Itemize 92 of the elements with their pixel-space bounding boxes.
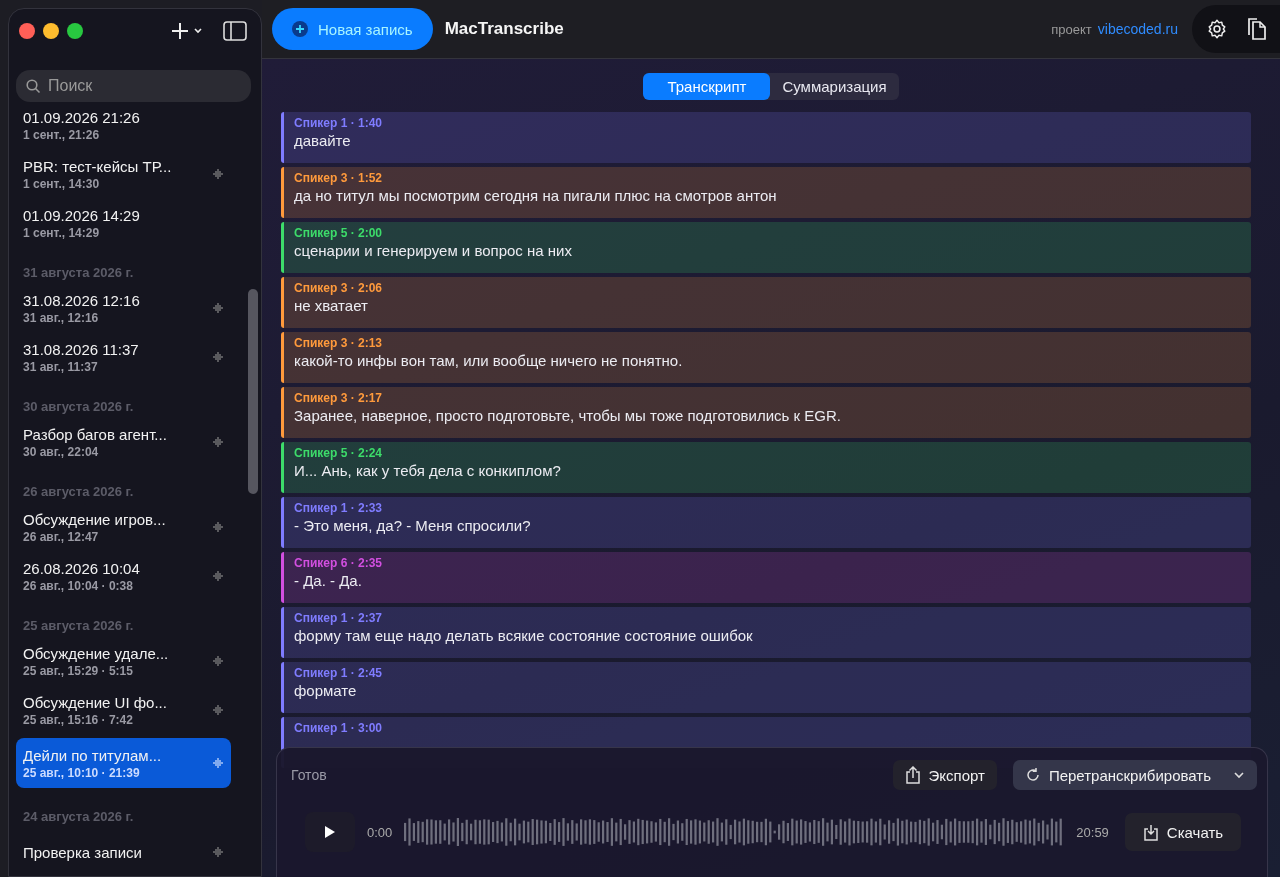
recording-title: 31.08.2026 11:37 xyxy=(23,340,140,358)
recording-item[interactable]: 01.09.2026 14:29 1 сент., 14:29 xyxy=(16,202,231,244)
play-icon xyxy=(324,825,336,839)
recording-item[interactable]: 01.09.2026 21:26 1 сент., 21:26 xyxy=(16,104,231,146)
tab[interactable]: Суммаризация xyxy=(770,73,899,100)
recording-title: Разбор багов агент... xyxy=(23,425,168,443)
recording-title: 01.09.2026 21:26 xyxy=(23,108,141,126)
segment-text: - Это меня, да? - Меня спросили? xyxy=(294,517,532,534)
segment-text: Заранее, наверное, просто подготовьте, чтобы мы тоже подготовились к EGR. xyxy=(294,407,842,424)
speaker-timestamp: Спикер 3 · 1:52 xyxy=(294,171,383,185)
download-icon xyxy=(1142,823,1159,841)
recording-meta: 1 сент., 14:29 xyxy=(23,225,101,240)
current-time: 0:00 xyxy=(367,824,393,840)
app-title: MacTranscribe xyxy=(444,19,564,39)
recording-title: 26.08.2026 10:04 xyxy=(23,559,141,577)
speaker-timestamp: Спикер 5 · 2:00 xyxy=(294,226,383,240)
recording-item[interactable]: Дейли по титулам... 25 авг., 10:10 · 21:39 xyxy=(16,738,231,788)
speaker-timestamp: Спикер 1 · 3:00 xyxy=(294,721,383,735)
segment-text: форму там еще надо делать всякие состояние состояние ошибок xyxy=(294,627,754,644)
retranscribe-button[interactable]: Перетранскрибировать xyxy=(1012,760,1257,790)
speaker-timestamp: Спикер 1 · 2:33 xyxy=(294,501,383,515)
recording-title: Обсуждение игров... xyxy=(23,510,167,528)
speaker-timestamp: Спикер 3 · 2:17 xyxy=(294,391,383,405)
date-heading: 31 августа 2026 г. xyxy=(22,264,135,282)
recording-item[interactable]: PBR: тест-кейсы ТР... 1 сент., 14:30 xyxy=(16,153,231,195)
speaker-timestamp: Спикер 6 · 2:35 xyxy=(294,556,383,570)
copy-document-icon[interactable] xyxy=(1246,17,1268,41)
recording-title: PBR: тест-кейсы ТР... xyxy=(23,157,173,175)
segment-text: не хватает xyxy=(294,297,369,314)
recording-item[interactable]: Обсуждение игров... 26 авг., 12:47 xyxy=(16,506,231,548)
recording-item[interactable]: Обсуждение UI фо... 25 авг., 15:16 · 7:42 xyxy=(16,689,231,731)
speaker-timestamp: Спикер 5 · 2:24 xyxy=(294,446,383,460)
recording-title: Дейли по титулам... xyxy=(23,746,163,764)
recording-title: 01.09.2026 14:29 xyxy=(23,206,141,224)
zoom-button[interactable] xyxy=(67,23,83,39)
settings-icon[interactable] xyxy=(1206,18,1228,40)
speaker-timestamp: Спикер 1 · 2:45 xyxy=(294,666,383,680)
segment-text: какой-то инфы вон там, или вообще ничего не понятно. xyxy=(294,352,684,369)
segment-text: давайте xyxy=(294,132,352,149)
chevron-down-icon xyxy=(1233,771,1245,779)
segment-text: формате xyxy=(294,682,358,699)
recording-item[interactable]: Проверка записи xyxy=(16,831,231,873)
recording-item[interactable]: Обсуждение удале... 25 авг., 15:29 · 5:15 xyxy=(16,640,231,682)
recording-meta: 30 авг., 22:04 xyxy=(23,444,100,459)
recording-meta: 25 авг., 15:16 · 7:42 xyxy=(23,712,134,727)
recording-meta: 31 авг., 12:16 xyxy=(23,310,100,325)
tab[interactable]: Транскрипт xyxy=(643,73,771,100)
speaker-timestamp: Спикер 3 · 2:06 xyxy=(294,281,383,295)
recording-title: Обсуждение удале... xyxy=(23,644,170,662)
share-icon xyxy=(904,766,921,784)
recording-item[interactable]: Разбор багов агент... 30 авг., 22:04 xyxy=(16,421,231,463)
project-link[interactable]: vibecoded.ru xyxy=(1097,21,1178,37)
recording-title: Обсуждение UI фо... xyxy=(23,693,168,711)
add-menu-icon[interactable] xyxy=(171,22,205,40)
plus-circle-icon xyxy=(292,21,308,37)
segment-text: - Да. - Да. xyxy=(294,572,363,589)
date-heading: 26 августа 2026 г. xyxy=(22,483,135,501)
recording-meta: 26 авг., 10:04 · 0:38 xyxy=(23,578,134,593)
recording-meta: 26 авг., 12:47 xyxy=(23,529,100,544)
status-text: Готов xyxy=(291,767,327,783)
date-heading: 25 августа 2026 г. xyxy=(22,617,135,635)
recording-item[interactable]: 26.08.2026 10:04 26 авг., 10:04 · 0:38 xyxy=(16,555,231,597)
segment-text: сценарии и генерируем и вопрос на них xyxy=(294,242,573,259)
export-button[interactable]: Экспорт xyxy=(892,760,997,790)
refresh-icon xyxy=(1024,767,1041,783)
project-label: проект xyxy=(1051,21,1092,37)
scrollbar-thumb[interactable] xyxy=(248,289,258,494)
recording-meta: 1 сент., 14:30 xyxy=(23,176,101,191)
recording-meta: 1 сент., 21:26 xyxy=(23,127,101,142)
recording-item[interactable]: 31.08.2026 11:37 31 авг., 11:37 xyxy=(16,336,231,378)
date-heading: 30 августа 2026 г. xyxy=(22,398,135,416)
recording-meta: 31 авг., 11:37 xyxy=(23,359,99,374)
recording-title: Проверка записи xyxy=(23,843,143,861)
close-button[interactable] xyxy=(19,23,35,39)
date-heading: 24 августа 2026 г. xyxy=(22,808,135,826)
segment-text: И... Ань, как у тебя дела с конкиплом? xyxy=(294,462,562,479)
speaker-timestamp: Спикер 1 · 2:37 xyxy=(294,611,383,625)
recording-meta: 25 авг., 10:10 · 21:39 xyxy=(23,765,141,780)
speaker-timestamp: Спикер 1 · 1:40 xyxy=(294,116,383,130)
speaker-timestamp: Спикер 3 · 2:13 xyxy=(294,336,383,350)
segment-text: да но титул мы посмотрим сегодня на пигали плюс на смотров антон xyxy=(294,187,778,204)
minimize-button[interactable] xyxy=(43,23,59,39)
search-icon xyxy=(26,79,41,94)
waveform-drawing[interactable] xyxy=(404,816,1065,848)
search-field[interactable]: Поиск xyxy=(16,70,251,102)
recording-meta: 25 авг., 15:29 · 5:15 xyxy=(23,663,134,678)
recording-item[interactable]: 31.08.2026 12:16 31 авг., 12:16 xyxy=(16,287,231,329)
play-button[interactable] xyxy=(305,812,355,852)
download-button[interactable]: Скачать xyxy=(1124,813,1242,851)
total-time: 20:59 xyxy=(1076,824,1109,840)
sidebar-toggle-icon[interactable] xyxy=(223,21,247,41)
recording-title: 31.08.2026 12:16 xyxy=(23,291,141,309)
